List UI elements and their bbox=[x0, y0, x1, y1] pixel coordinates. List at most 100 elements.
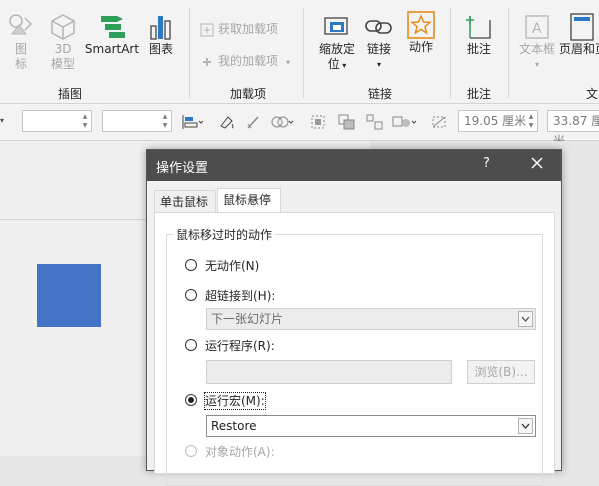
help-button[interactable]: ? bbox=[483, 156, 490, 171]
smartart-label: SmartArt bbox=[84, 42, 140, 56]
label-object-action: 对象动作(A): bbox=[205, 445, 275, 459]
shape-height-field[interactable]: 19.05 厘米 ▲ ▼ bbox=[458, 110, 538, 132]
outline-icon[interactable] bbox=[245, 114, 261, 130]
zoom-label-1: 缩放定 bbox=[318, 42, 355, 56]
action-button[interactable]: 动作 bbox=[403, 10, 439, 55]
chart-label: 图表 bbox=[148, 42, 173, 56]
chevron-down-icon: ▾ bbox=[534, 60, 539, 69]
comment-button[interactable]: 批注 bbox=[462, 12, 496, 57]
comment-label: 批注 bbox=[466, 42, 491, 56]
spinner-icon[interactable]: ▲ ▼ bbox=[80, 112, 90, 130]
group-separator bbox=[303, 8, 304, 98]
icons-label-1: 图 bbox=[14, 42, 27, 56]
textbox-button[interactable]: A 文本框 ▾ bbox=[516, 12, 558, 72]
rotate-icon[interactable] bbox=[392, 114, 418, 130]
bring-forward-icon[interactable] bbox=[338, 114, 356, 130]
label-run-program: 运行程序(R): bbox=[205, 339, 275, 353]
action-settings-dialog: 操作设置 ? 单击鼠标 鼠标悬停 鼠标移过时的动作 无动作(N) 超链接到(H)… bbox=[146, 149, 562, 486]
group-label-comments: 批注 bbox=[466, 87, 491, 101]
tab-panel: 鼠标移过时的动作 无动作(N) 超链接到(H): 下一张幻灯片 运行程序(R):… bbox=[154, 212, 555, 486]
3d-models-button[interactable]: 3D 模型 bbox=[46, 12, 80, 72]
zoom-icon bbox=[324, 17, 348, 35]
shape-height-value: 19.05 厘米 bbox=[464, 114, 527, 128]
group-separator bbox=[508, 8, 509, 98]
3d-models-label-1: 3D bbox=[54, 42, 72, 56]
fill-icon[interactable] bbox=[218, 114, 236, 130]
spinner-icon[interactable]: ▲ ▼ bbox=[526, 112, 536, 130]
tab-mouse-over[interactable]: 鼠标悬停 bbox=[217, 188, 281, 213]
groupbox-title: 鼠标移过时的动作 bbox=[173, 226, 276, 243]
format-toolbar: ▾ ▲▼ ▲▼ 19.05 厘米 ▲▼ 33.87 厘米 bbox=[0, 104, 599, 148]
macro-select[interactable]: Restore bbox=[206, 415, 536, 437]
get-addins-label: 获取加载项 bbox=[218, 22, 279, 36]
my-addins-label: 我的加载项 bbox=[218, 54, 279, 68]
group-label-text: 文 bbox=[586, 87, 599, 101]
macro-value: Restore bbox=[211, 419, 257, 433]
spinner-icon[interactable]: ▲ ▼ bbox=[160, 112, 170, 130]
store-icon bbox=[200, 23, 214, 36]
icons-button[interactable]: 图 标 bbox=[4, 12, 38, 72]
chevron-down-icon[interactable] bbox=[518, 418, 533, 434]
font-field[interactable]: ▲ ▼ bbox=[22, 110, 92, 132]
chevron-down-icon[interactable] bbox=[518, 311, 533, 327]
group-label-addins: 加载项 bbox=[229, 87, 266, 101]
group-label-links: 链接 bbox=[367, 87, 392, 101]
align-icon[interactable] bbox=[181, 114, 203, 130]
header-footer-button[interactable]: 页眉和页 bbox=[559, 12, 599, 57]
dialog-title: 操作设置 bbox=[156, 161, 209, 176]
my-addins-button[interactable]: 我的加载项 ▾ bbox=[200, 50, 290, 72]
group-separator bbox=[189, 8, 190, 98]
header-footer-icon bbox=[570, 13, 594, 41]
group-icon[interactable] bbox=[366, 114, 384, 130]
chevron-down-icon: ▾ bbox=[376, 60, 381, 69]
radio-run-program[interactable] bbox=[185, 339, 197, 351]
icons-icon bbox=[9, 14, 33, 35]
effects-icon[interactable] bbox=[270, 114, 294, 130]
comment-icon bbox=[466, 16, 491, 39]
link-icon bbox=[365, 20, 392, 34]
chevron-down-icon: ▾ bbox=[286, 58, 291, 67]
ribbon: 图 标 3D 模型 SmartArt 图表 插图 获取加载项 我的加载项 ▾ 加… bbox=[0, 0, 599, 104]
hyperlink-target-select[interactable]: 下一张幻灯片 bbox=[206, 308, 536, 330]
radio-run-macro[interactable] bbox=[185, 394, 197, 406]
size-field[interactable]: ▲ ▼ bbox=[102, 110, 172, 132]
chart-icon bbox=[150, 16, 171, 40]
hyperlink-target-value: 下一张幻灯片 bbox=[211, 312, 284, 326]
zoom-label-2: 位 ▾ bbox=[327, 57, 347, 71]
get-addins-button[interactable]: 获取加载项 bbox=[200, 18, 278, 40]
svg-text:A: A bbox=[532, 21, 542, 37]
label-run-macro: 运行宏(M): bbox=[204, 392, 266, 410]
action-label: 动作 bbox=[408, 40, 433, 54]
shape-width-field[interactable]: 33.87 厘米 bbox=[547, 110, 599, 148]
radio-no-action[interactable] bbox=[185, 259, 197, 271]
chart-button[interactable]: 图表 bbox=[144, 12, 178, 57]
header-footer-label: 页眉和页 bbox=[559, 42, 599, 56]
icons-label-2: 标 bbox=[14, 57, 27, 71]
cube-icon bbox=[51, 14, 75, 40]
dialog-title-bar[interactable]: 操作设置 ? bbox=[147, 150, 561, 181]
program-path-input[interactable] bbox=[206, 360, 452, 384]
zoom-button[interactable]: 缩放定 位 ▾ bbox=[316, 12, 358, 73]
crop-icon[interactable] bbox=[430, 114, 448, 130]
chevron-down-icon[interactable]: ▾ bbox=[0, 116, 4, 125]
radio-hyperlink[interactable] bbox=[185, 289, 197, 301]
label-no-action: 无动作(N) bbox=[205, 259, 260, 273]
divider bbox=[0, 219, 146, 220]
link-button[interactable]: 链接 ▾ bbox=[362, 12, 396, 72]
group-label-illustrations: 插图 bbox=[57, 87, 82, 101]
textbox-icon: A bbox=[525, 15, 549, 39]
close-icon[interactable] bbox=[529, 155, 545, 171]
browse-button[interactable]: 浏览(B)... bbox=[467, 360, 535, 384]
blue-rectangle-shape[interactable] bbox=[37, 264, 101, 327]
smartart-button[interactable]: SmartArt bbox=[84, 12, 140, 57]
radio-object-action[interactable] bbox=[185, 445, 197, 457]
3d-models-label-2: 模型 bbox=[50, 57, 75, 71]
link-label: 链接 bbox=[366, 42, 391, 56]
addins-icon bbox=[203, 57, 211, 66]
selection-pane-icon[interactable] bbox=[310, 114, 326, 130]
tab-mouse-click[interactable]: 单击鼠标 bbox=[154, 190, 216, 212]
group-separator bbox=[450, 8, 451, 98]
smartart-icon bbox=[101, 16, 125, 38]
textbox-label: 文本框 bbox=[518, 42, 555, 56]
action-star-icon bbox=[407, 11, 435, 39]
